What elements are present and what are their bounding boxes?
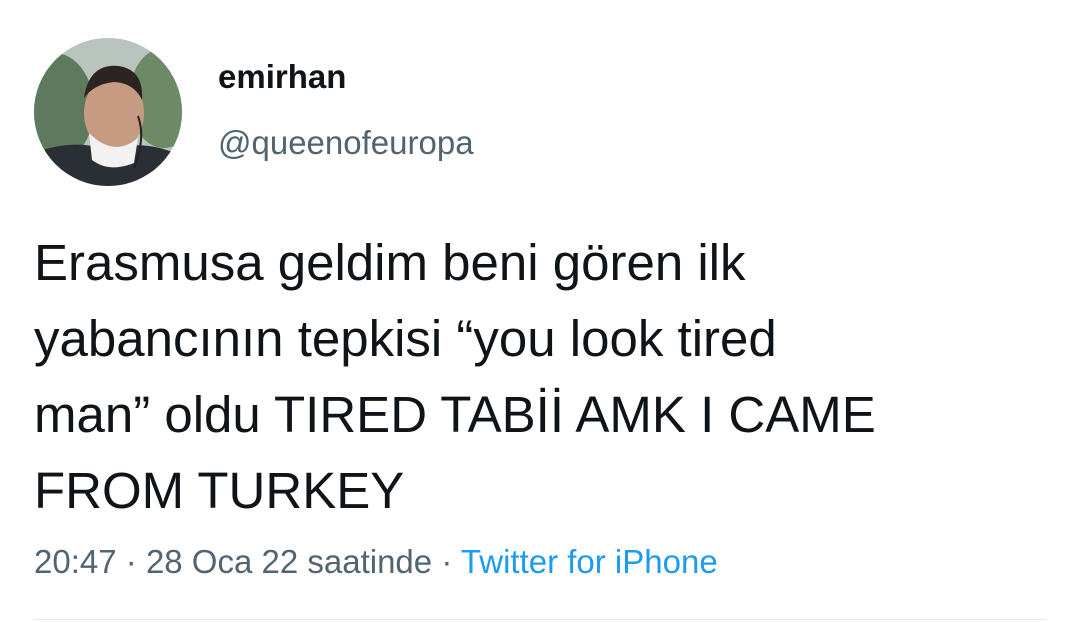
tweet-time[interactable]: 20:47 [34, 543, 117, 580]
tweet-source-link[interactable]: Twitter for iPhone [461, 543, 718, 580]
divider [34, 619, 1046, 620]
tweet-text-line: FROM TURKEY [34, 462, 405, 519]
tweet-text: Erasmusa geldim beni gören ilk yabancını… [34, 225, 1044, 529]
display-name[interactable]: emirhan [218, 58, 346, 96]
tweet-meta: 20:47 · 28 Oca 22 saatinde · Twitter for… [34, 543, 718, 581]
meta-separator: · [125, 543, 137, 580]
avatar[interactable] [34, 38, 182, 186]
tweet-card: emirhan @queenofeuropa Erasmusa geldim b… [0, 0, 1080, 622]
meta-separator: · [441, 543, 453, 580]
tweet-text-line: man” oldu TIRED TABİİ AMK I CAME [34, 386, 876, 443]
tweet-text-line: yabancının tepkisi “you look tired [34, 310, 777, 367]
user-handle[interactable]: @queenofeuropa [218, 124, 474, 162]
tweet-text-line: Erasmusa geldim beni gören ilk [34, 234, 746, 291]
tweet-date[interactable]: 28 Oca 22 saatinde [146, 543, 432, 580]
